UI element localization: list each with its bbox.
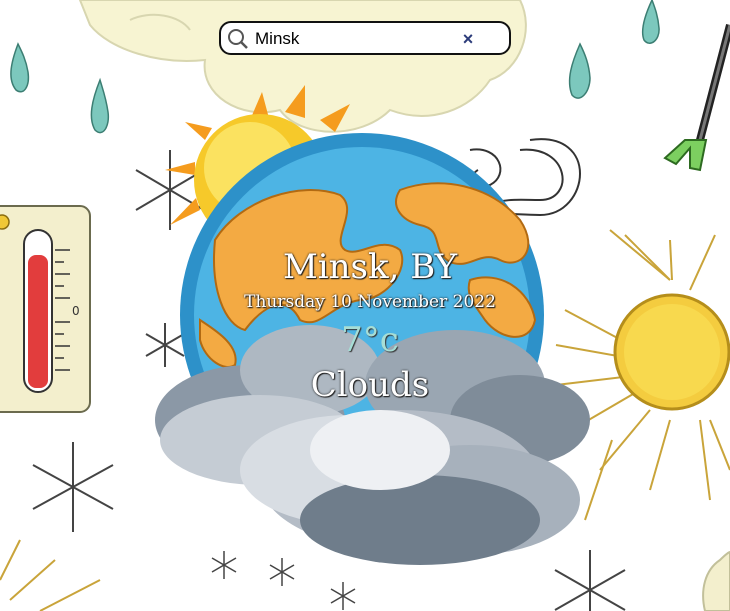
search-input[interactable]	[255, 27, 475, 51]
small-cloud-icon	[702, 550, 730, 611]
thermometer-icon: 0	[0, 205, 91, 413]
clear-icon[interactable]: ×	[461, 29, 475, 49]
weather-app: 0 Minsk × Minsk, BY Thursday 10 November…	[0, 0, 730, 611]
svg-text:0: 0	[72, 304, 80, 318]
date-label: Thursday 10 November 2022	[244, 292, 496, 312]
location-label: Minsk, BY	[282, 247, 458, 287]
umbrella-icon	[663, 23, 730, 172]
sun-icon	[555, 229, 730, 521]
search-bar[interactable]: ×	[219, 21, 511, 55]
temperature-label: 7°c	[341, 320, 399, 360]
condition-label: Clouds	[310, 365, 430, 405]
search-icon[interactable]	[227, 28, 249, 50]
sun-rays-icon	[0, 539, 101, 611]
